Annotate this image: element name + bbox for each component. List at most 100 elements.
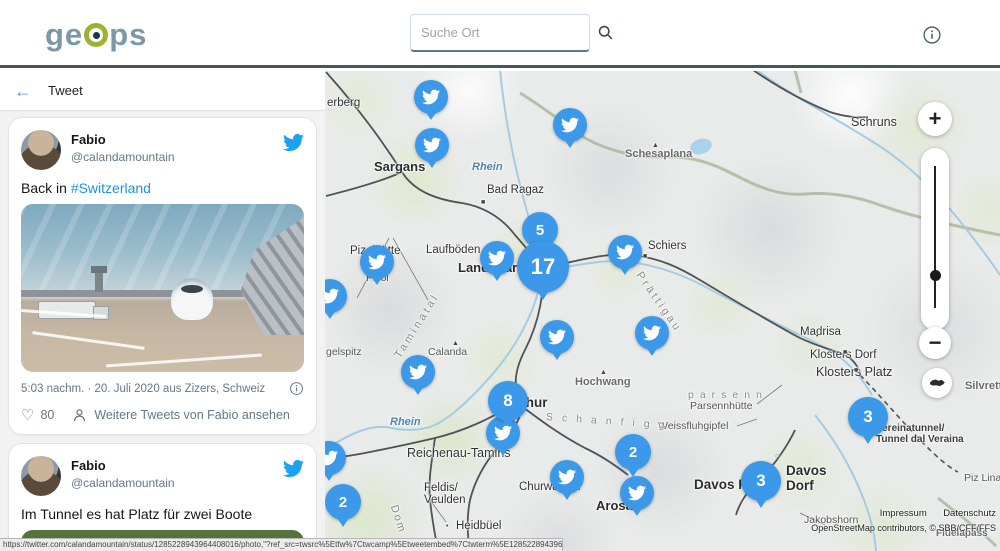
twitter-bird-icon — [561, 116, 579, 134]
map-label: ■ — [854, 367, 858, 374]
map-label: Madrisa — [800, 327, 841, 339]
person-icon — [72, 408, 87, 423]
datenschutz-link[interactable]: Datenschutz — [943, 508, 996, 519]
tweet-author: Fabio — [71, 132, 283, 147]
map-label: Hochwang — [575, 377, 631, 388]
search-input[interactable] — [421, 25, 597, 40]
map-label: Veulden — [424, 495, 466, 507]
map-label: Schiers — [648, 241, 686, 253]
twitter-bird-icon — [325, 449, 338, 467]
tweet-cluster-marker[interactable]: 3 — [741, 461, 781, 501]
map-label: Dorf — [786, 479, 814, 493]
map-label: Heidbüel — [456, 521, 501, 533]
map-label: Davos — [786, 464, 827, 478]
map-label: • — [446, 523, 448, 530]
tweet-cluster-marker[interactable]: 2 — [325, 484, 361, 520]
tweet-marker[interactable] — [540, 320, 574, 354]
map-label: Feldis/ — [424, 483, 458, 495]
twitter-logo-icon[interactable] — [283, 458, 304, 479]
map-label: Sargans — [374, 160, 425, 173]
tweet-marker[interactable] — [550, 460, 584, 494]
avatar — [21, 130, 61, 170]
map-label: Tunnel dal Veraina — [876, 435, 964, 445]
zoom-slider[interactable] — [921, 148, 949, 330]
tweet-marker[interactable] — [415, 128, 449, 162]
hashtag-link[interactable]: #Switzerland — [71, 180, 151, 196]
sidebar-header: ← Tweet — [0, 71, 325, 111]
tweet-marker[interactable] — [608, 235, 642, 269]
map-label: • — [816, 333, 818, 340]
map-label: Vereinatunnel/ — [876, 424, 944, 434]
tweet-marker[interactable] — [480, 241, 514, 275]
like-icon[interactable]: ♡ — [21, 406, 34, 424]
twitter-bird-icon — [616, 243, 634, 261]
map-label: Schesaplana — [625, 149, 692, 160]
back-button[interactable]: ← — [14, 82, 32, 100]
tweet-text: Im Tunnel es hat Platz für zwei Boote — [21, 506, 304, 522]
zoom-slider-knob[interactable] — [930, 270, 941, 281]
zoom-out-button[interactable]: − — [919, 327, 951, 359]
twitter-bird-icon — [488, 249, 506, 267]
map-label: Laufböden — [426, 245, 480, 257]
search-icon[interactable] — [597, 24, 614, 41]
logo-text-right: ps — [109, 19, 147, 50]
geops-logo[interactable]: ge ps — [45, 16, 147, 52]
map-label: ■ — [481, 199, 485, 206]
map-label: Schruns — [851, 116, 897, 129]
tweet-timestamp: 5:03 nachm. · 20. Juli 2020 aus Zizers, … — [21, 383, 265, 395]
fit-extent-button[interactable] — [922, 368, 952, 398]
twitter-bird-icon — [494, 424, 512, 442]
tweet-photo-airport[interactable] — [21, 204, 304, 372]
map-label: ▲ — [452, 340, 459, 347]
map-label: erberg — [327, 98, 360, 110]
map-label: Parsennhütte — [690, 401, 752, 412]
twitter-bird-icon — [558, 468, 576, 486]
logo-o-icon — [84, 23, 108, 47]
twitter-bird-icon — [628, 484, 646, 502]
zoom-slider-track — [934, 166, 936, 308]
tweet-marker[interactable] — [360, 245, 394, 279]
tweet-marker[interactable] — [401, 355, 435, 389]
map-label: Piz Linar — [964, 473, 1000, 484]
map[interactable]: + − Impressum Datenschutz OpenStreetMap … — [325, 71, 1000, 551]
map-label: parsenn — [688, 390, 768, 401]
map-label: Calanda — [428, 347, 467, 358]
twitter-bird-icon — [409, 363, 427, 381]
zoom-in-button[interactable]: + — [918, 102, 952, 136]
map-attribution: Impressum Datenschutz OpenStreetMap cont… — [811, 503, 996, 533]
map-label: ▲ — [652, 142, 659, 149]
impressum-link[interactable]: Impressum — [880, 508, 927, 519]
twitter-logo-icon[interactable] — [283, 132, 304, 153]
sidebar-title: Tweet — [48, 83, 83, 98]
map-label: Rhein — [390, 417, 421, 428]
twitter-bird-icon — [422, 88, 440, 106]
map-label: Bad Ragaz — [487, 185, 544, 197]
map-label: ▲ — [600, 369, 607, 376]
search-box[interactable] — [410, 14, 590, 52]
tweet-sidebar: ← Tweet Fabio @calandamountain Back in #… — [0, 71, 325, 551]
tweet-cluster-marker[interactable]: 2 — [615, 434, 651, 470]
tweet-cluster-marker[interactable]: 17 — [517, 241, 569, 293]
more-tweets-link[interactable]: Weitere Tweets von Fabio ansehen — [94, 408, 290, 422]
tweet-handle: @calandamountain — [71, 150, 283, 164]
app-header: ge ps — [0, 0, 1000, 68]
tweet-card[interactable]: Fabio @calandamountain Back in #Switzerl… — [8, 117, 317, 435]
map-label: ■ — [843, 349, 847, 356]
info-button[interactable] — [922, 25, 942, 45]
twitter-bird-icon — [423, 136, 441, 154]
tweet-marker[interactable] — [414, 80, 448, 114]
copyright-text: OpenStreetMap contributors, © SBB/CFF/FF… — [811, 523, 996, 533]
tweet-marker[interactable] — [620, 476, 654, 510]
tweet-cluster-marker[interactable]: 3 — [848, 397, 888, 437]
tweet-marker[interactable] — [553, 108, 587, 142]
tweet-info-icon[interactable] — [289, 381, 304, 396]
tweet-card[interactable]: Fabio @calandamountain Im Tunnel es hat … — [8, 443, 317, 551]
map-label: gelspitz — [326, 347, 362, 358]
map-label: Silvretta — [965, 381, 1000, 392]
tweet-author: Fabio — [71, 458, 283, 473]
tweet-cluster-marker[interactable]: 8 — [488, 381, 528, 421]
twitter-bird-icon — [368, 253, 386, 271]
tweet-marker[interactable] — [635, 316, 669, 350]
twitter-bird-icon — [325, 287, 339, 305]
map-label: ■ — [643, 253, 647, 260]
